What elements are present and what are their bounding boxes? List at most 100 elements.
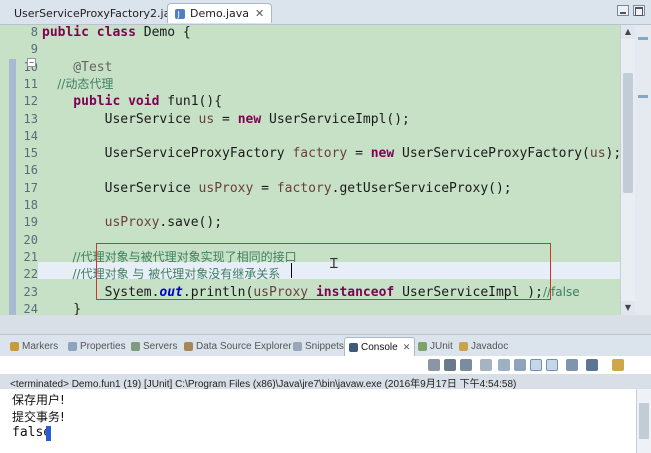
junit-icon [418,342,427,351]
scrollbar-thumb[interactable] [639,403,649,439]
console-output[interactable]: 保存用户! 提交事务! false [0,389,651,453]
bottom-view-tab-bar: Markers Properties Servers Data Source E… [0,334,651,357]
tab-console[interactable]: Console ✕ [344,337,416,357]
markers-icon [10,342,19,351]
servers-icon [131,342,140,351]
code-token: //动态代理 [42,77,114,91]
code-token: public [42,94,129,109]
code-token: class [96,25,144,40]
line-number: 22 [23,267,38,281]
code-token: = [253,181,277,196]
tab-data-source-explorer[interactable]: Data Source Explorer [184,338,292,355]
line-number: 12 [23,94,38,108]
console-icon [349,343,358,352]
snippets-icon [293,342,302,351]
minimize-button[interactable] [617,5,629,16]
code-token: = [347,146,371,161]
console-line: 提交事务! [12,410,65,424]
line-number: 21 [23,250,38,264]
tab-junit[interactable]: JUnit [418,338,453,355]
code-token: public [42,25,97,40]
code-token: UserServiceProxyFactory [42,146,293,161]
text-cursor [291,263,292,278]
tab-servers[interactable]: Servers [131,338,177,355]
code-token: Demo { [143,25,191,40]
console-status-text: <terminated> Demo.fun1 (19) [JUnit] C:\P… [10,379,517,390]
remove-launch-icon[interactable] [444,359,456,371]
word-wrap-icon[interactable] [514,359,526,371]
database-icon [184,342,193,351]
code-token: usProxy [198,181,254,196]
tab-markers[interactable]: Markers [10,338,58,355]
line-number: 20 [23,233,38,247]
line-number: 17 [23,181,38,195]
tab-snippets[interactable]: Snippets [293,338,344,355]
pin-console-icon[interactable] [566,359,578,371]
close-icon[interactable]: ✕ [403,342,411,353]
line-number: 18 [23,198,38,212]
open-console-icon[interactable] [612,359,624,371]
line-number: 16 [23,163,38,177]
clear-console-icon[interactable] [480,359,492,371]
line-number: 11 [23,77,38,91]
code-token: @Test [42,60,113,75]
overview-ruler[interactable] [635,25,651,315]
ibeam-cursor-icon: Ɪ [330,256,338,272]
show-stderr-icon[interactable] [546,359,558,371]
show-stdout-icon[interactable] [530,359,542,371]
remove-all-icon[interactable] [460,359,472,371]
code-line: UserServiceProxyFactory factory = new Us… [42,145,622,162]
line-number: 24 [23,302,38,315]
maximize-button[interactable] [633,5,645,16]
terminate-icon[interactable] [428,359,440,371]
editor-vertical-scrollbar[interactable]: ▲ ▼ [620,25,635,315]
tab-properties[interactable]: Properties [68,338,126,355]
editor-tab-bar: J UserServiceProxyFactory2.java J Demo.j… [0,0,651,25]
code-token: void [128,94,168,109]
code-line: //动态代理 [42,76,113,93]
fold-toggle-icon[interactable]: − [27,58,36,67]
code-line: UserService us = new UserServiceImpl(); [42,111,410,128]
scroll-up-icon[interactable]: ▲ [621,25,635,39]
code-token: .save(); [159,215,223,230]
line-number: 15 [23,146,38,160]
console-vertical-scrollbar[interactable] [636,389,651,453]
javadoc-icon [459,342,468,351]
code-token: UserService [42,181,199,196]
close-icon[interactable]: ✕ [255,7,264,20]
code-editor[interactable]: 8 public class Demo {9 10 @Test 11 //动态代理 12… [0,25,651,315]
tab-javadoc[interactable]: Javadoc [459,338,508,355]
code-token: us [198,112,215,127]
line-number: 23 [23,285,38,299]
line-number: 19 [23,215,38,229]
svg-text:J: J [177,10,180,19]
scrollbar-thumb[interactable] [623,73,633,193]
line-number: 14 [23,129,38,143]
java-file-icon: J [175,8,185,19]
code-line: usProxy.save(); [42,214,222,231]
code-token: .getUserServiceProxy(); [331,181,512,196]
overview-mark[interactable] [638,37,648,40]
tab-demo-java[interactable]: J Demo.java ✕ [167,3,272,23]
tab-label: UserServiceProxyFactory2.java [14,6,184,20]
code-token: fun1(){ [167,94,223,109]
annotation-highlight-box [96,243,551,300]
line-number: 13 [23,112,38,126]
code-token: } [42,302,82,315]
console-line: 保存用户! [12,393,65,407]
display-console-icon[interactable] [586,359,598,371]
overview-mark[interactable] [638,95,648,98]
properties-icon [68,342,77,351]
scroll-lock-icon[interactable] [498,359,510,371]
code-token: us [589,146,606,161]
scroll-down-icon[interactable]: ▼ [621,301,635,315]
code-token: UserService [42,112,199,127]
code-token: factory [276,181,332,196]
console-toolbar [0,356,651,374]
console-cursor [46,426,51,441]
code-line: } [42,301,81,315]
code-line: UserService usProxy = factory.getUserSer… [42,180,512,197]
tab-userserviceproxyfactory2[interactable]: J UserServiceProxyFactory2.java [4,3,184,23]
code-line: public void fun1(){ [42,93,222,110]
line-number: 8 [30,25,38,39]
